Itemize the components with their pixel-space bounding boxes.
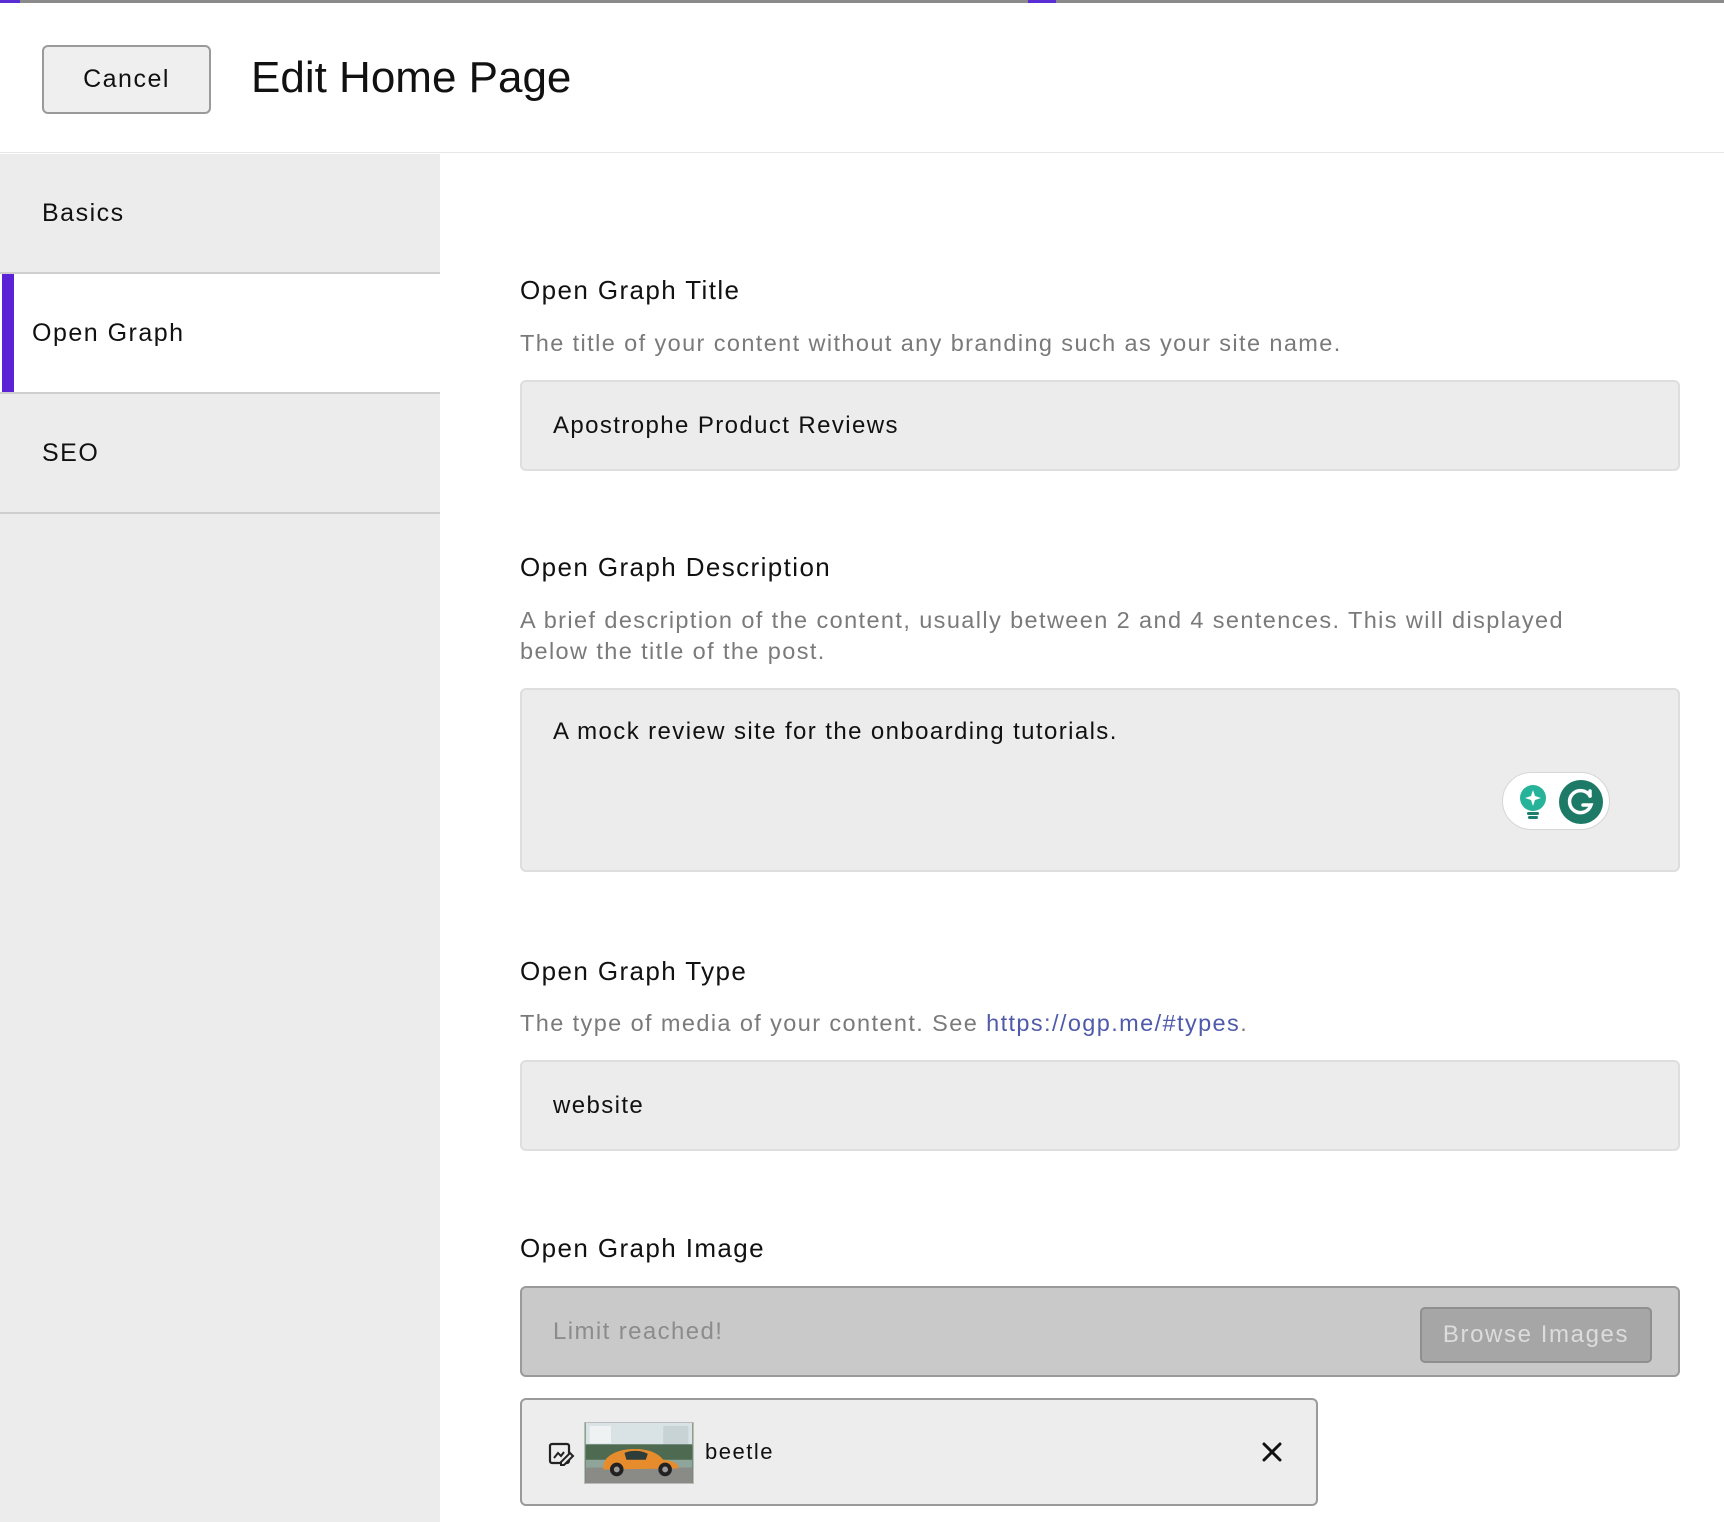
beetle-thumbnail (584, 1422, 694, 1484)
og-type-help-suffix: . (1240, 1010, 1249, 1036)
close-icon[interactable] (1258, 1438, 1286, 1466)
lightbulb-icon (1520, 785, 1546, 819)
og-type-value: website (553, 1091, 645, 1119)
grammarly-widget[interactable] (1502, 772, 1610, 830)
og-description-help: A brief description of the content, usua… (520, 605, 1670, 667)
og-title-value: Apostrophe Product Reviews (553, 411, 899, 439)
cancel-button[interactable]: Cancel (42, 45, 211, 114)
og-image-field: Limit reached! Browse Images (520, 1286, 1680, 1377)
og-description-label: Open Graph Description (520, 552, 832, 582)
attachment-name: beetle (705, 1439, 774, 1464)
page-title: Edit Home Page (251, 53, 572, 102)
og-type-label: Open Graph Type (520, 956, 748, 986)
grammarly-icon[interactable] (1559, 780, 1603, 824)
og-description-textarea[interactable]: A mock review site for the onboarding tu… (520, 688, 1680, 872)
image-limit-placeholder: Limit reached! (553, 1317, 724, 1345)
browse-images-button[interactable]: Browse Images (1420, 1307, 1652, 1363)
image-attachment: beetle (520, 1398, 1318, 1506)
ogp-types-link[interactable]: https://ogp.me/#types (986, 1010, 1240, 1036)
sidebar-item-open-graph[interactable]: Open Graph (0, 274, 440, 394)
og-image-label: Open Graph Image (520, 1233, 765, 1263)
modal-header: Cancel Edit Home Page (0, 3, 1724, 153)
og-description-value: A mock review site for the onboarding tu… (553, 718, 1118, 745)
og-title-input[interactable]: Apostrophe Product Reviews (520, 380, 1680, 471)
og-title-label: Open Graph Title (520, 275, 741, 305)
sidebar-item-label: Basics (42, 198, 125, 227)
og-title-help: The title of your content without any br… (520, 330, 1342, 356)
og-type-help-text: The type of media of your content. See (520, 1010, 987, 1036)
og-description-help-line: A brief description of the content, usua… (520, 607, 1564, 633)
sidebar-item-basics[interactable]: Basics (0, 154, 440, 274)
edit-image-icon[interactable] (547, 1440, 575, 1468)
sidebar-item-label: Open Graph (32, 318, 185, 347)
sidebar-item-label: SEO (42, 438, 100, 467)
sidebar-item-seo[interactable]: SEO (0, 394, 440, 514)
og-description-help-line: below the title of the post. (520, 638, 826, 664)
og-type-help: The type of media of your content. See h… (520, 1008, 1670, 1039)
og-type-input[interactable]: website (520, 1060, 1680, 1151)
sidebar: Basics Open Graph SEO (0, 154, 440, 1522)
